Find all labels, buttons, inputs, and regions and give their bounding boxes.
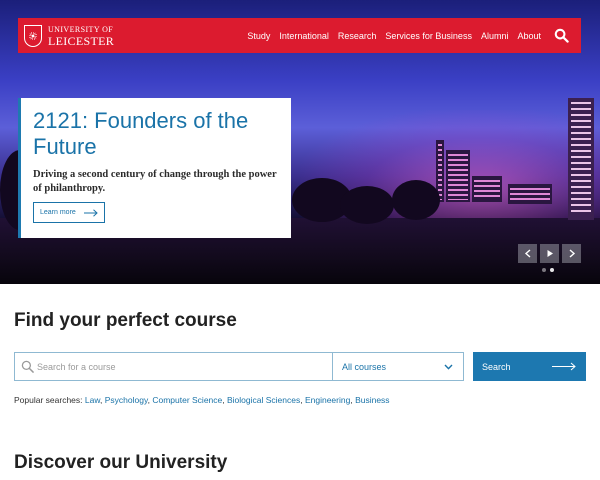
popular-link-computer-science[interactable]: Computer Science (152, 395, 222, 405)
course-type-select[interactable]: All courses (332, 352, 464, 381)
search-icon (21, 360, 34, 373)
carousel-dot-active[interactable] (550, 268, 554, 272)
course-search-button[interactable]: Search (473, 352, 586, 381)
main-navigation: UNIVERSITY OF LEICESTER Study Internatio… (18, 18, 581, 53)
hero-feature-card: 2121: Founders of the Future Driving a s… (18, 98, 291, 238)
search-icon[interactable] (554, 28, 569, 43)
university-logo[interactable]: UNIVERSITY OF LEICESTER (24, 24, 114, 48)
university-crest-icon (24, 25, 42, 47)
carousel-prev-button[interactable] (518, 244, 537, 263)
learn-more-button[interactable]: Learn more (33, 202, 105, 223)
hero-tree (340, 186, 394, 224)
nav-item-about[interactable]: About (517, 31, 541, 41)
nav-item-services-for-business[interactable]: Services for Business (385, 31, 472, 41)
chevron-left-icon (524, 249, 530, 258)
carousel-play-button[interactable] (540, 244, 559, 263)
carousel-next-button[interactable] (562, 244, 581, 263)
nav-item-study[interactable]: Study (247, 31, 270, 41)
carousel-dot[interactable] (542, 268, 546, 272)
popular-link-psychology[interactable]: Psychology (105, 395, 148, 405)
chevron-right-icon (569, 249, 575, 258)
hero-tree (392, 180, 440, 220)
nav-item-research[interactable]: Research (338, 31, 377, 41)
arrow-right-icon (84, 209, 98, 217)
course-search-button-label: Search (482, 361, 511, 372)
nav-items: Study International Research Services fo… (238, 18, 541, 53)
hero-title: 2121: Founders of the Future (33, 108, 249, 159)
hero-banner: UNIVERSITY OF LEICESTER Study Internatio… (0, 0, 600, 284)
course-search-field[interactable] (14, 352, 333, 381)
learn-more-label: Learn more (40, 209, 76, 216)
popular-link-business[interactable]: Business (355, 395, 390, 405)
popular-searches: Popular searches: Law, Psychology, Compu… (14, 395, 390, 405)
chevron-down-icon (444, 364, 453, 370)
nav-item-international[interactable]: International (279, 31, 329, 41)
discover-section-title: Discover our University (14, 452, 228, 473)
arrow-right-icon (552, 362, 576, 371)
logo-line-2: LEICESTER (48, 33, 115, 48)
popular-link-biological-sciences[interactable]: Biological Sciences (227, 395, 300, 405)
hero-tower (568, 98, 594, 220)
logo-line-1: UNIVERSITY OF (48, 24, 114, 34)
popular-link-engineering[interactable]: Engineering (305, 395, 350, 405)
hero-building (472, 176, 502, 202)
course-type-select-value: All courses (342, 361, 387, 372)
popular-searches-label: Popular searches: (14, 395, 83, 405)
nav-item-alumni[interactable]: Alumni (481, 31, 509, 41)
carousel-indicators (542, 268, 554, 272)
course-finder-title: Find your perfect course (14, 310, 237, 331)
hero-building (508, 184, 552, 204)
popular-link-law[interactable]: Law (85, 395, 100, 405)
hero-building (446, 150, 470, 202)
play-icon (547, 250, 553, 257)
course-search-input[interactable] (37, 361, 317, 372)
hero-subtitle: Driving a second century of change throu… (33, 169, 277, 194)
